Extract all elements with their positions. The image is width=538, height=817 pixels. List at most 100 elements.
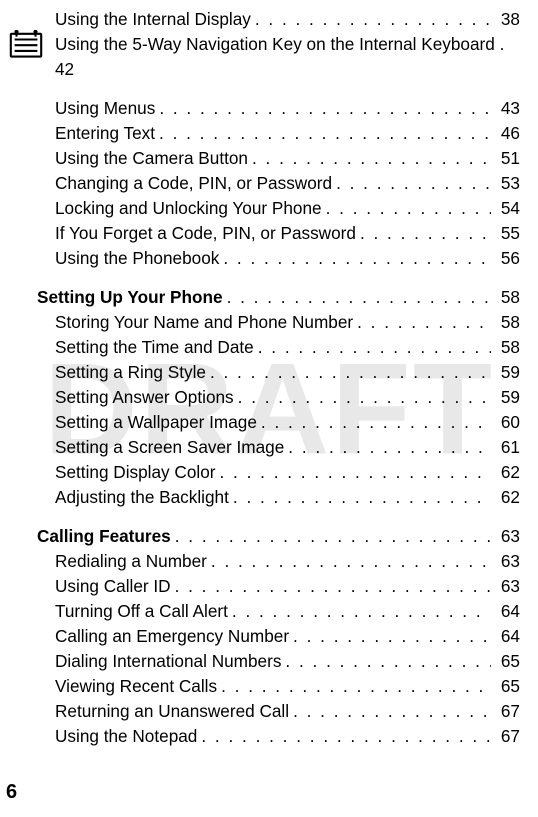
toc-page-num: 43: [491, 96, 520, 121]
toc-page-num: 58: [491, 285, 520, 310]
toc-dots: . . . . . . . . . . . . . . . . . . . . …: [228, 599, 491, 624]
toc-entry: Locking and Unlocking Your Phone . . . .…: [55, 196, 520, 221]
toc-title: Using the Internal Display: [55, 7, 251, 32]
toc-entry: Setting a Wallpaper Image . . . . . . . …: [55, 410, 520, 435]
toc-dots: . . . . . . . . . . . . . . . . . . . . …: [171, 524, 491, 549]
toc-title: Setting the Time and Date: [55, 335, 254, 360]
toc-section-head: Setting Up Your Phone . . . . . . . . . …: [37, 285, 520, 310]
toc-dots: . . . . . . . . . . . . . . . . . . . . …: [217, 674, 491, 699]
toc-entry: Using Menus . . . . . . . . . . . . . . …: [55, 96, 520, 121]
toc-page-num: 65: [491, 674, 520, 699]
toc-page-num: 67: [491, 699, 520, 724]
toc-title: Using the Phonebook: [55, 246, 219, 271]
toc-entry: Calling an Emergency Number . . . . . . …: [55, 624, 520, 649]
toc-entry: If You Forget a Code, PIN, or Password .…: [55, 221, 520, 246]
toc-entry: Turning Off a Call Alert . . . . . . . .…: [55, 599, 520, 624]
toc-page-num: 65: [491, 649, 520, 674]
toc-section-title: Setting Up Your Phone: [37, 285, 223, 310]
toc-dots: . . . . . . . . . . . . . . . . . . . . …: [234, 385, 491, 410]
toc-dots: . . . . . . . . . . . . . . . . . . . . …: [332, 171, 491, 196]
toc-dots: . . . . . . . . . . . . . . . . . . . . …: [216, 460, 491, 485]
toc-section-head: Calling Features . . . . . . . . . . . .…: [37, 524, 520, 549]
toc-dots: . . . . . . . . . . . . . . . . . . . . …: [356, 221, 491, 246]
toc-entry: Viewing Recent Calls . . . . . . . . . .…: [55, 674, 520, 699]
toc-title: Changing a Code, PIN, or Password: [55, 171, 332, 196]
toc-dots: . . . . . . . . . . . . . . . . . . . . …: [229, 485, 491, 510]
toc-group: Using the Internal Display . . . . . . .…: [55, 7, 520, 271]
toc-entry: Using Caller ID . . . . . . . . . . . . …: [55, 574, 520, 599]
toc-title: Setting a Ring Style: [55, 360, 206, 385]
toc-title: Setting a Screen Saver Image: [55, 435, 284, 460]
toc-title: Using the Camera Button: [55, 146, 248, 171]
toc-dots: . . . . . . . . . . . . . . . . . . . . …: [254, 335, 491, 360]
toc-page-num: 59: [491, 360, 520, 385]
toc-title: Using the 5-Way Navigation Key on the In…: [55, 32, 495, 57]
toc-dots: . . . . . . . . . . . . . . . . . . . . …: [207, 549, 491, 574]
page-number: 6: [6, 780, 17, 805]
toc-page-num: 61: [491, 435, 520, 460]
toc-dots: . . . . . . . . . . . . . . . . . . . . …: [289, 699, 491, 724]
toc-entry: Using the 5-Way Navigation Key on the In…: [55, 32, 520, 57]
toc-title: Redialing a Number: [55, 549, 207, 574]
toc-entry: Returning an Unanswered Call . . . . . .…: [55, 699, 520, 724]
toc-title: Locking and Unlocking Your Phone: [55, 196, 322, 221]
toc-page-num: 58: [491, 310, 520, 335]
toc-dots: . . . . . . . . . . . . . . . . . . . . …: [155, 96, 491, 121]
toc-page-num: 55: [491, 221, 520, 246]
toc-page-num: 46: [491, 121, 520, 146]
toc-title: Setting a Wallpaper Image: [55, 410, 257, 435]
toc-title: Setting Display Color: [55, 460, 216, 485]
toc-title: Turning Off a Call Alert: [55, 599, 228, 624]
toc-entry: Changing a Code, PIN, or Password . . . …: [55, 171, 520, 196]
toc-dots: . . . . . . . . . . . . . . . . . . . . …: [257, 410, 491, 435]
toc-page-num: 63: [491, 574, 520, 599]
toc-page-num: 51: [491, 146, 520, 171]
toc-page: Using the Internal Display . . . . . . .…: [0, 0, 538, 749]
toc-entry: Setting Answer Options . . . . . . . . .…: [55, 385, 520, 410]
toc-title: Setting Answer Options: [55, 385, 234, 410]
toc-title: Dialing International Numbers: [55, 649, 281, 674]
toc-entry: Setting a Screen Saver Image . . . . . .…: [55, 435, 520, 460]
toc-dots: . . . . . . . . . . . . . . . . . . . . …: [206, 360, 491, 385]
toc-page-num: 63: [491, 549, 520, 574]
toc-page-num: 64: [491, 624, 520, 649]
toc-title: Entering Text: [55, 121, 155, 146]
toc-entry: Adjusting the Backlight . . . . . . . . …: [55, 485, 520, 510]
toc-entry: Using the Phonebook . . . . . . . . . . …: [55, 246, 520, 271]
toc-entry: Setting a Ring Style . . . . . . . . . .…: [55, 360, 520, 385]
toc-dots: . . . . . . . . . . . . . . . . . . . . …: [353, 310, 491, 335]
toc-page-num: 54: [491, 196, 520, 221]
toc-entry: Redialing a Number . . . . . . . . . . .…: [55, 549, 520, 574]
toc-dots: . . . . . . . . . . . . . . . . . . . . …: [155, 121, 491, 146]
toc-dots: . . . . . . . . . . . . . . . . . . . . …: [223, 285, 491, 310]
toc-title: If You Forget a Code, PIN, or Password: [55, 221, 356, 246]
toc-dots: . . . . . . . . . . . . . . . . . . . . …: [171, 574, 491, 599]
toc-page-num: 64: [491, 599, 520, 624]
toc-title: Using the Notepad: [55, 724, 197, 749]
toc-title: Adjusting the Backlight: [55, 485, 229, 510]
toc-title: Viewing Recent Calls: [55, 674, 217, 699]
toc-dots: . . . . . . . . . . . . . . . . . . . . …: [289, 624, 491, 649]
toc-group: Redialing a Number . . . . . . . . . . .…: [55, 549, 520, 749]
toc-page-num: 67: [491, 724, 520, 749]
toc-entry: Using the Internal Display . . . . . . .…: [55, 7, 520, 32]
toc-entry-continuation: 42: [55, 57, 520, 82]
toc-entry: Setting the Time and Date . . . . . . . …: [55, 335, 520, 360]
toc-title: Using Menus: [55, 96, 155, 121]
toc-page-num: 62: [491, 460, 520, 485]
toc-entry: Using the Notepad . . . . . . . . . . . …: [55, 724, 520, 749]
toc-dots: . . . . . . . . . . . . . . . . . . . . …: [284, 435, 491, 460]
toc-entry: Using the Camera Button . . . . . . . . …: [55, 146, 520, 171]
toc-page-num: 63: [491, 524, 520, 549]
toc-dots: . . . . . . . . . . . . . . . . . . . . …: [322, 196, 491, 221]
toc-dots: . . . . . . . . . . . . . . . . . . . . …: [248, 146, 491, 171]
toc-entry: Entering Text . . . . . . . . . . . . . …: [55, 121, 520, 146]
toc-dots: . . . . . . . . . . . . . . . . . . . . …: [251, 7, 491, 32]
toc-title: Calling an Emergency Number: [55, 624, 289, 649]
toc-dots: . . . . . . . . . . . . . . . . . . . . …: [197, 724, 491, 749]
toc-page-num: 62: [491, 485, 520, 510]
toc-title: Returning an Unanswered Call: [55, 699, 289, 724]
toc-dots: . . . . . . . . . . . . . . . . . . . . …: [219, 246, 491, 271]
toc-title: Storing Your Name and Phone Number: [55, 310, 353, 335]
toc-group: Storing Your Name and Phone Number . . .…: [55, 310, 520, 510]
